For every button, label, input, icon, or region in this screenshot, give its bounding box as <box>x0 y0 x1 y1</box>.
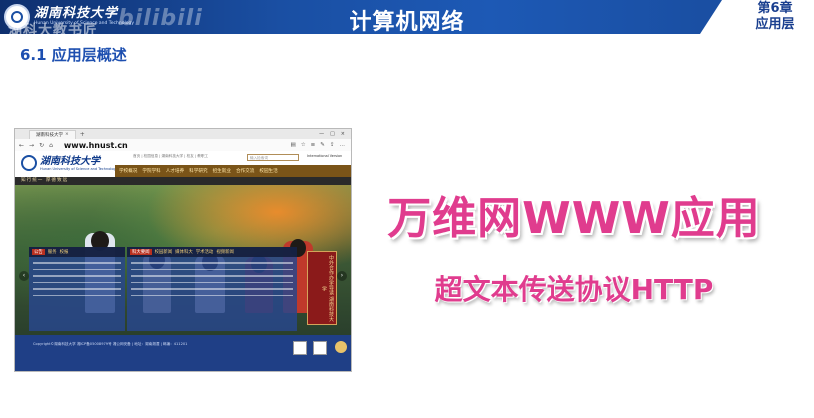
news-line[interactable] <box>33 294 121 296</box>
news-line[interactable] <box>33 288 121 290</box>
maximize-icon[interactable]: □ <box>330 131 335 137</box>
new-tab-icon[interactable]: + <box>80 131 85 138</box>
chapter-number: 第6章 <box>757 1 793 16</box>
news-line[interactable] <box>131 262 293 264</box>
card-tab[interactable]: 服务 <box>48 249 57 255</box>
notes-pen-icon[interactable]: ✎ <box>320 142 325 148</box>
site-seal-icon <box>21 155 37 171</box>
police-badge-icon <box>335 341 347 353</box>
course-title: 计算机网络 <box>349 10 465 35</box>
more-icon[interactable]: … <box>340 142 346 148</box>
forward-icon[interactable]: → <box>29 142 34 149</box>
slide-sub-heading: 超文本传送协议HTTP <box>434 273 714 306</box>
refresh-icon[interactable]: ↻ <box>39 142 44 149</box>
news-line[interactable] <box>131 281 293 283</box>
home-icon[interactable]: ⌂ <box>49 142 53 149</box>
qr-code-icon <box>293 341 307 355</box>
site-nav-item[interactable]: 学院学科 <box>142 168 160 174</box>
chapter-name: 应用层 <box>755 17 795 32</box>
site-header: 湖南科技大学 Hunan University of Science and T… <box>15 151 351 177</box>
news-line[interactable] <box>33 275 121 277</box>
qr-code-icon <box>313 341 327 355</box>
carousel-prev-icon[interactable]: ‹ <box>19 271 29 281</box>
tab-close-icon[interactable]: × <box>65 132 69 137</box>
browser-tab-bar: 湖南科技大学 × + — □ × <box>15 129 351 139</box>
card-tab[interactable]: 校报 <box>60 249 69 255</box>
news-card: 科大要闻 校园新闻 媒体科大 学术活动 视频新闻 <box>127 247 297 331</box>
back-icon[interactable]: ← <box>19 142 24 149</box>
site-nav-bar: 学校概况 学院学科 人才培养 科学研究 招生就业 合作交流 校园生活 <box>115 165 351 177</box>
site-nav-item[interactable]: 校园生活 <box>259 168 277 174</box>
card-tab[interactable]: 校园新闻 <box>155 249 173 255</box>
news-line[interactable] <box>131 275 293 277</box>
window-close-icon[interactable]: × <box>341 131 345 137</box>
card-tab[interactable]: 学术活动 <box>196 249 214 255</box>
favorite-star-icon[interactable]: ☆ <box>301 142 306 148</box>
carousel-next-icon[interactable]: › <box>337 271 347 281</box>
site-intl-link[interactable]: International Version <box>307 154 342 158</box>
card-tab[interactable]: 视频新闻 <box>216 249 234 255</box>
browser-tab-label: 湖南科技大学 <box>36 132 63 138</box>
site-nav-item[interactable]: 学校概况 <box>119 168 137 174</box>
site-motto: 知行统一 厚德致远 <box>15 177 351 185</box>
news-line[interactable] <box>131 268 293 270</box>
site-logo-en: Hunan University of Science and Technolo… <box>40 166 118 171</box>
site-search-input[interactable]: 输入检索词 <box>247 154 299 161</box>
news-line[interactable] <box>33 281 121 283</box>
site-nav-item[interactable]: 合作交流 <box>236 168 254 174</box>
share-icon[interactable]: ⇪ <box>330 142 335 148</box>
chapter-box: 第6章 应用层 <box>736 0 814 36</box>
site-logo-cn: 湖南科技大学 <box>40 155 100 167</box>
website-content: 湖南科技大学 Hunan University of Science and T… <box>15 151 351 371</box>
news-line[interactable] <box>33 268 121 270</box>
site-slogan-banner[interactable]: 中外合作办学导读 湖南科技大学 <box>307 251 337 325</box>
url-field[interactable]: www.hnust.cn <box>64 141 128 150</box>
news-line[interactable] <box>131 288 293 290</box>
browser-screenshot: 湖南科技大学 × + — □ × ← → ↻ ⌂ www.hnust.cn ▤ … <box>14 128 352 372</box>
reading-view-icon[interactable]: ▤ <box>291 142 296 148</box>
footer-text: Copyright©湖南科技大学 湘ICP备05008979号 湘公网安备 | … <box>33 342 188 346</box>
notice-card: 公告 服务 校报 <box>29 247 125 331</box>
card-tab[interactable]: 公告 <box>32 249 45 255</box>
site-footer: Copyright©湖南科技大学 湘ICP备05008979号 湘公网安备 | … <box>15 335 351 371</box>
news-line[interactable] <box>33 262 121 264</box>
news-line[interactable] <box>131 294 293 296</box>
card-tab[interactable]: 科大要闻 <box>130 249 152 255</box>
slide-banner: 湖南科技大学 Hunan University of Science and T… <box>0 0 814 39</box>
card-tab[interactable]: 媒体科大 <box>175 249 193 255</box>
site-top-links[interactable]: 首页 | 校园信息 | 湖南科技大学 | 校友 | 教职工 <box>133 154 208 159</box>
minimize-icon[interactable]: — <box>319 131 324 137</box>
site-nav-item[interactable]: 科学研究 <box>189 168 207 174</box>
site-logo[interactable]: 湖南科技大学 Hunan University of Science and T… <box>21 155 118 171</box>
slide-main-heading: 万维网WWW应用 <box>387 193 761 244</box>
browser-tab[interactable]: 湖南科技大学 × <box>29 129 76 139</box>
site-nav-item[interactable]: 招生就业 <box>213 168 231 174</box>
section-title: 6.1 应用层概述 <box>20 46 127 64</box>
site-nav-item[interactable]: 人才培养 <box>166 168 184 174</box>
site-news-cards: 公告 服务 校报 科大要闻 校园新闻 媒体科大 学术活动 视频新闻 <box>29 247 297 333</box>
favorites-hub-icon[interactable]: ≡ <box>311 142 316 148</box>
